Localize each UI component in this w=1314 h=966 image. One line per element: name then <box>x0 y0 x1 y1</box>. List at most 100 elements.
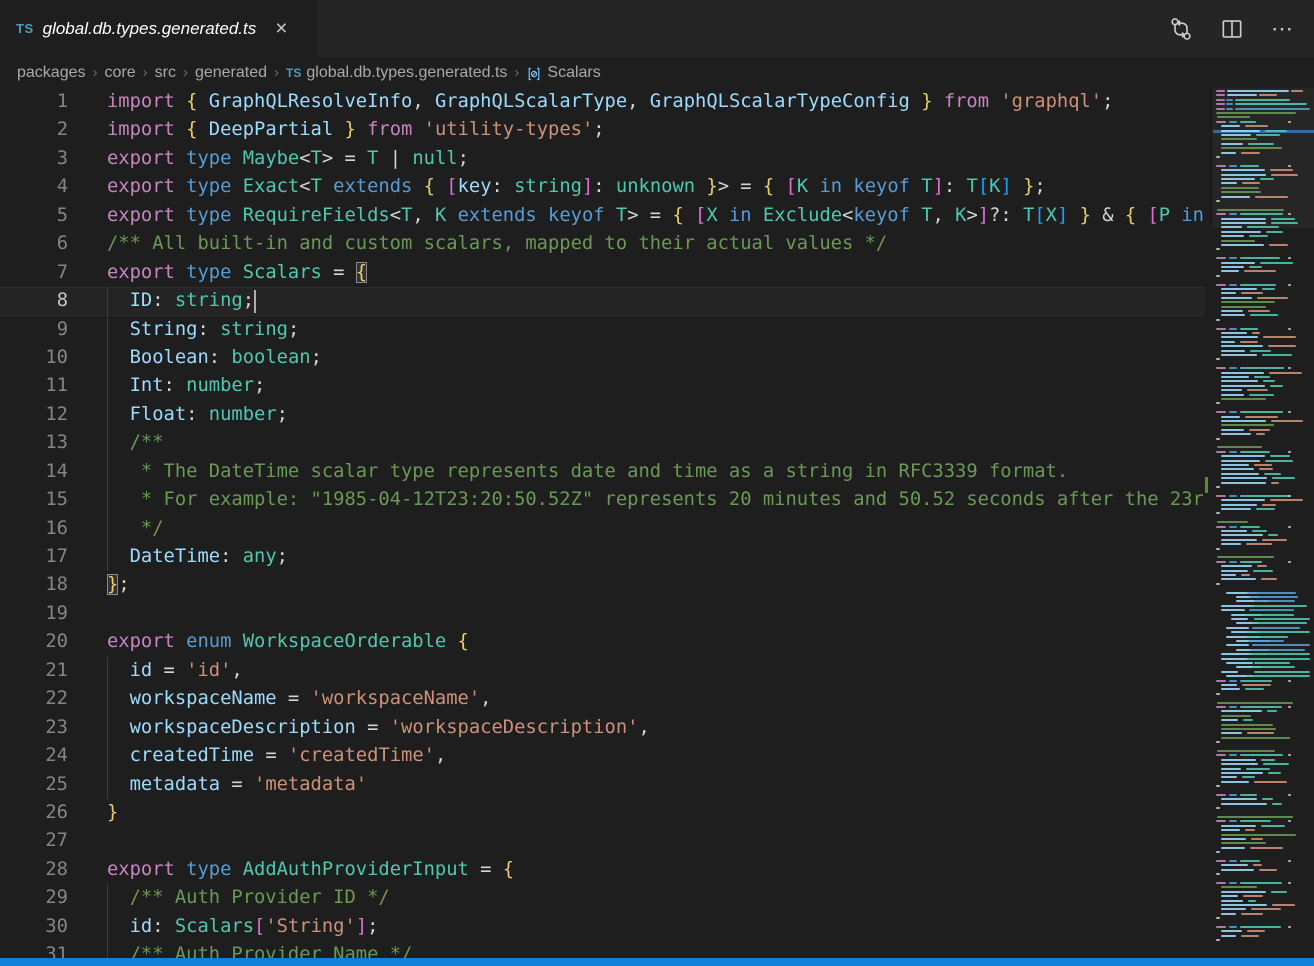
code-token: createdTime <box>130 745 254 766</box>
code-line-26[interactable]: 26} <box>0 799 1205 827</box>
code-token <box>435 176 446 197</box>
code-line-13[interactable]: 13 /** <box>0 429 1205 457</box>
code-line-28[interactable]: 28export type AddAuthProviderInput = { <box>0 856 1205 884</box>
minimap-line <box>1262 504 1276 506</box>
minimap-line <box>1247 930 1265 932</box>
minimap-line <box>1221 178 1255 180</box>
code-line-2[interactable]: 2import { DeepPartial } from 'utility-ty… <box>0 116 1205 144</box>
breadcrumb-item-core[interactable]: core <box>105 64 136 82</box>
code-text: /** Auth Provider ID */ <box>107 884 390 912</box>
editor[interactable]: 1import { GraphQLResolveInfo, GraphQLSca… <box>0 88 1314 958</box>
minimap-line <box>1221 416 1240 418</box>
code-line-6[interactable]: 6/** All built-in and custom scalars, ma… <box>0 230 1205 258</box>
code-line-19[interactable]: 19 <box>0 600 1205 628</box>
tab-title: global.db.types.generated.ts <box>43 19 257 39</box>
close-tab-icon[interactable]: × <box>275 18 287 39</box>
code-line-25[interactable]: 25 metadata = 'metadata' <box>0 771 1205 799</box>
minimap-line <box>1217 702 1293 704</box>
code-line-15[interactable]: 15 * For example: "1985-04-12T23:20:50.5… <box>0 486 1205 514</box>
split-editor-icon[interactable] <box>1221 18 1243 40</box>
minimap[interactable] <box>1213 88 1314 958</box>
code-token: ] <box>582 176 593 197</box>
code-area[interactable]: 1import { GraphQLResolveInfo, GraphQLSca… <box>0 88 1205 958</box>
minimap-line <box>1249 609 1294 611</box>
code-line-27[interactable]: 27 <box>0 827 1205 855</box>
minimap-line <box>1240 328 1258 330</box>
breadcrumb-item-global-db-types-generated-ts[interactable]: global.db.types.generated.ts <box>306 64 507 82</box>
code-line-22[interactable]: 22 workspaceName = 'workspaceName', <box>0 685 1205 713</box>
code-token: ; <box>1102 91 1113 112</box>
code-token: string <box>220 319 288 340</box>
code-line-24[interactable]: 24 createdTime = 'createdTime', <box>0 742 1205 770</box>
minimap-line <box>1241 292 1263 294</box>
code-line-8[interactable]: 8 ID: string; <box>0 287 1205 315</box>
minimap-line <box>1221 187 1259 189</box>
minimap-line <box>1288 328 1291 330</box>
code-line-23[interactable]: 23 workspaceDescription = 'workspaceDesc… <box>0 714 1205 742</box>
minimap-line <box>1247 592 1296 594</box>
code-token: Exclude <box>763 205 842 226</box>
code-token: [ <box>695 205 706 226</box>
code-token: T <box>311 148 322 169</box>
code-line-4[interactable]: 4export type Exact<T extends { [key: str… <box>0 173 1205 201</box>
code-token <box>910 91 921 112</box>
minimap-line <box>1221 504 1257 506</box>
code-line-17[interactable]: 17 DateTime: any; <box>0 543 1205 571</box>
minimap-line <box>1229 860 1237 862</box>
minimap-line <box>1221 266 1244 268</box>
minimap-line <box>1256 433 1265 435</box>
breadcrumb-item-generated[interactable]: generated <box>195 64 267 82</box>
code-line-3[interactable]: 3export type Maybe<T> = T | null; <box>0 145 1205 173</box>
minimap-line <box>1221 578 1256 580</box>
minimap-line <box>1216 156 1220 158</box>
code-line-5[interactable]: 5export type RequireFields<T, K extends … <box>0 202 1205 230</box>
code-token: DateTime <box>130 546 220 567</box>
minimap-line <box>1242 776 1256 778</box>
code-token: 'graphql' <box>989 91 1102 112</box>
typescript-file-icon: TS <box>286 66 301 80</box>
code-line-14[interactable]: 14 * The DateTime scalar type represents… <box>0 458 1205 486</box>
code-token: RequireFields <box>243 205 390 226</box>
minimap-line <box>1240 121 1256 123</box>
code-line-12[interactable]: 12 Float: number; <box>0 401 1205 429</box>
minimap-line <box>1216 939 1220 941</box>
code-token: in <box>808 176 853 197</box>
code-line-7[interactable]: 7export type Scalars = { <box>0 259 1205 287</box>
code-line-31[interactable]: 31 /** Auth Provider Name */ <box>0 941 1205 958</box>
code-line-9[interactable]: 9 String: string; <box>0 316 1205 344</box>
breadcrumb-item-src[interactable]: src <box>155 64 176 82</box>
breadcrumb-item-scalars[interactable]: Scalars <box>547 64 600 82</box>
code-line-20[interactable]: 20export enum WorkspaceOrderable { <box>0 628 1205 656</box>
minimap-line <box>1256 134 1280 136</box>
minimap-line <box>1221 460 1260 462</box>
breadcrumb-item-packages[interactable]: packages <box>17 64 86 82</box>
code-line-1[interactable]: 1import { GraphQLResolveInfo, GraphQLSca… <box>0 88 1205 116</box>
code-token: < <box>299 176 310 197</box>
code-line-10[interactable]: 10 Boolean: boolean; <box>0 344 1205 372</box>
open-changes-icon[interactable] <box>1169 17 1193 41</box>
tab-global-db-types-generated-ts[interactable]: TS global.db.types.generated.ts × <box>0 0 318 57</box>
minimap-line <box>1229 411 1237 413</box>
more-actions-icon[interactable]: ⋯ <box>1271 16 1294 42</box>
code-token <box>333 119 344 140</box>
code-token: string <box>175 290 243 311</box>
minimap-line <box>1221 455 1265 457</box>
code-line-29[interactable]: 29 /** Auth Provider ID */ <box>0 884 1205 912</box>
minimap-line <box>1288 860 1291 862</box>
breadcrumb-separator: › <box>93 64 98 81</box>
minimap-line <box>1271 891 1287 893</box>
code-token: : <box>152 916 175 937</box>
code-line-16[interactable]: 16 */ <box>0 515 1205 543</box>
code-line-30[interactable]: 30 id: Scalars['String']; <box>0 913 1205 941</box>
code-line-11[interactable]: 11 Int: number; <box>0 372 1205 400</box>
code-text: String: string; <box>107 316 299 344</box>
code-line-21[interactable]: 21 id = 'id', <box>0 657 1205 685</box>
minimap-line <box>1216 284 1226 286</box>
code-line-18[interactable]: 18}; <box>0 571 1205 599</box>
code-token <box>107 887 130 908</box>
minimap-line <box>1221 376 1249 378</box>
code-token: extends <box>446 205 548 226</box>
minimap-line <box>1221 372 1264 374</box>
code-token: { <box>763 176 774 197</box>
code-token: T <box>401 205 412 226</box>
